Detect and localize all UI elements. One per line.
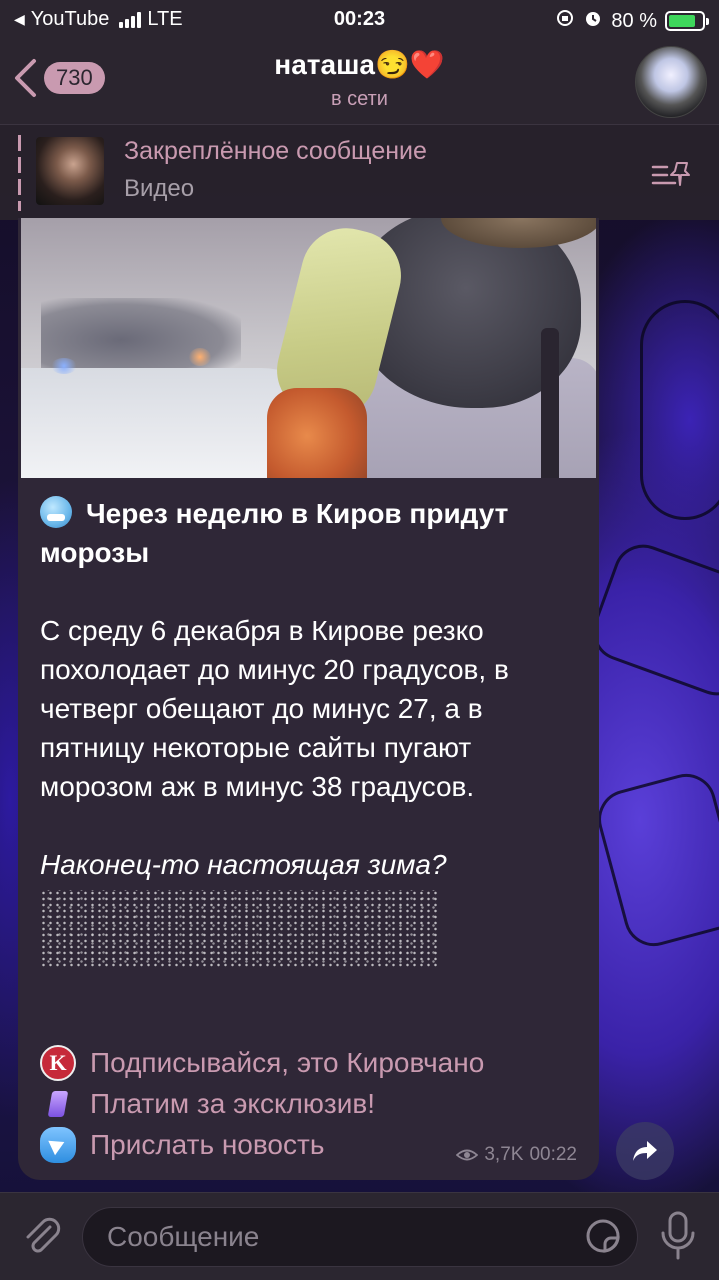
paperclip-icon (26, 1217, 61, 1253)
forward-button[interactable] (616, 1122, 674, 1180)
wallpaper-sketch (584, 536, 719, 704)
share-arrow-icon (633, 1141, 657, 1161)
message-title: Через неделю в Киров придут морозы (40, 496, 509, 568)
subscribe-link[interactable]: K Подписывайся, это Кировчано (40, 1042, 585, 1083)
pinned-subtitle: Видео (124, 175, 195, 202)
pinned-indicator (18, 135, 21, 211)
message-body: С среду 6 декабря в Кирове резко похолод… (40, 615, 509, 802)
attach-button[interactable] (18, 1213, 64, 1264)
kirov-logo-icon: K (40, 1044, 76, 1081)
voice-button[interactable] (658, 1209, 698, 1268)
message-bubble[interactable]: Через неделю в Киров придут морозы С сре… (18, 218, 599, 1180)
orientation-lock-icon (555, 8, 575, 34)
avatar[interactable] (635, 46, 707, 118)
battery-percent: 80 % (611, 9, 657, 32)
alarm-icon (583, 8, 603, 34)
sticker-button[interactable] (584, 1217, 622, 1260)
cold-face-icon (40, 496, 72, 528)
pinned-thumbnail (36, 137, 104, 205)
views-eye-icon (456, 1149, 479, 1161)
wallpaper-sketch (640, 300, 719, 520)
message-input[interactable] (82, 1207, 638, 1267)
pinned-list-icon[interactable] (651, 159, 693, 194)
sticker-icon (586, 1219, 620, 1253)
telegram-icon (40, 1126, 76, 1163)
message-question: Наконец-то настоящая зима? (40, 849, 447, 880)
message-photo[interactable] (21, 218, 596, 478)
chat-title[interactable]: наташа😏❤️ (0, 48, 719, 81)
chat-status: в сети (331, 88, 388, 110)
status-bar: ◀ YouTube LTE 00:23 80 % (0, 0, 719, 40)
message-time: 00:22 (529, 1144, 577, 1165)
pinned-title: Закреплённое сообщение (124, 137, 427, 165)
message-meta: 3,7K 00:22 (456, 1144, 577, 1166)
battery-icon (665, 11, 709, 31)
wallpaper-sketch (591, 767, 719, 953)
message-text: Через неделю в Киров придут морозы С сре… (40, 494, 585, 968)
spoiler-text[interactable] (40, 890, 440, 968)
pinned-message-bar[interactable]: Закреплённое сообщение Видео (0, 124, 719, 220)
gem-icon (40, 1086, 76, 1122)
microphone-icon (661, 1211, 695, 1260)
view-count: 3,7K (484, 1144, 524, 1165)
exclusive-link[interactable]: Платим за эксклюзив! (40, 1083, 585, 1124)
composer-bar (0, 1192, 719, 1280)
top-bar: ◀ YouTube LTE 00:23 80 % 730 наташа😏❤️ в… (0, 0, 719, 124)
